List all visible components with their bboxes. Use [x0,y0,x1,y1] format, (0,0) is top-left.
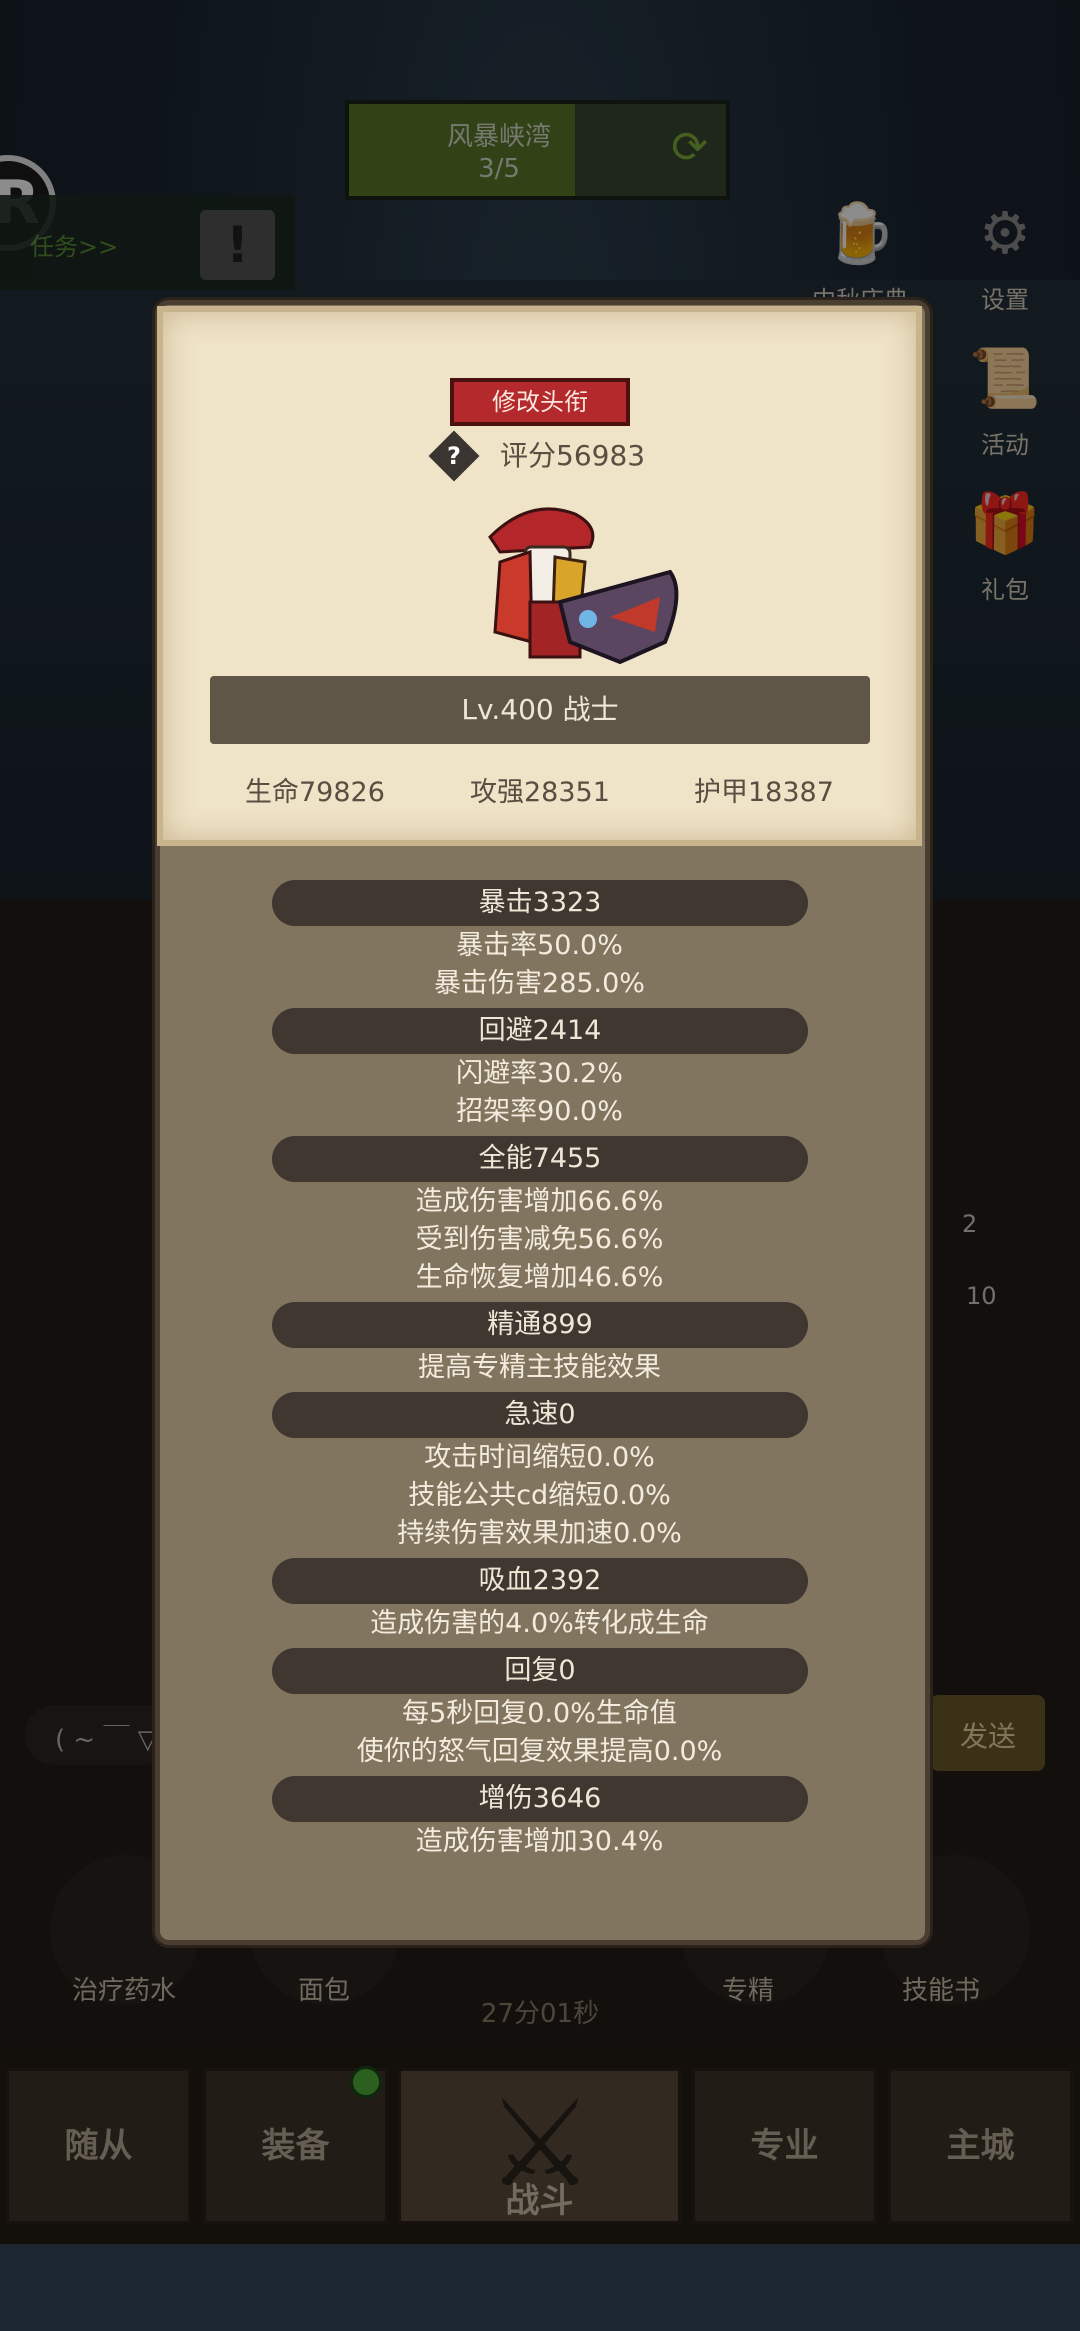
stat-line: 技能公共cd缩短0.0% [408,1480,671,1511]
stat-line: 持续伤害效果加速0.0% [397,1518,682,1549]
stat-line: 攻击时间缩短0.0% [424,1442,655,1473]
stat-line: 招架率90.0% [456,1096,623,1127]
combat-score: 评分56983 [500,439,646,472]
critical-header: 暴击3323 [272,880,808,926]
avoidance-header: 回避2414 [272,1008,808,1054]
warrior-character-sprite [488,507,679,665]
stat-line: 暴击伤害285.0% [434,968,645,999]
attack-power-stat: 攻强28351 [470,777,610,808]
stat-line: 使你的怒气回复效果提高0.0% [356,1736,723,1767]
regeneration-header: 回复0 [272,1648,808,1694]
level-class-bar: Lv.400 战士 [210,676,870,744]
lifesteal-header: 吸血2392 [272,1558,808,1604]
stat-line: 闪避率30.2% [456,1058,623,1089]
stat-line: 生命恢复增加46.6% [415,1262,664,1293]
haste-header: 急速0 [272,1392,808,1438]
stat-line: 造成伤害的4.0%转化成生命 [370,1608,709,1639]
stat-line: 每5秒回复0.0%生命值 [402,1698,677,1729]
question-icon[interactable]: ? [428,430,480,482]
hp-stat: 生命79826 [245,777,385,808]
stat-line: 造成伤害增加30.4% [415,1826,664,1857]
stat-line: 受到伤害减免56.6% [415,1224,664,1255]
damage-bonus-header: 增伤3646 [272,1776,808,1822]
stat-line: 暴击率50.0% [456,930,623,961]
stat-line: 提高专精主技能效果 [418,1352,661,1383]
stat-line: 造成伤害增加66.6% [415,1186,664,1217]
mastery-header: 精通899 [272,1302,808,1348]
edit-title-button[interactable]: 修改头衔 [450,378,630,426]
armor-stat: 护甲18387 [694,777,834,808]
versatility-header: 全能7455 [272,1136,808,1182]
